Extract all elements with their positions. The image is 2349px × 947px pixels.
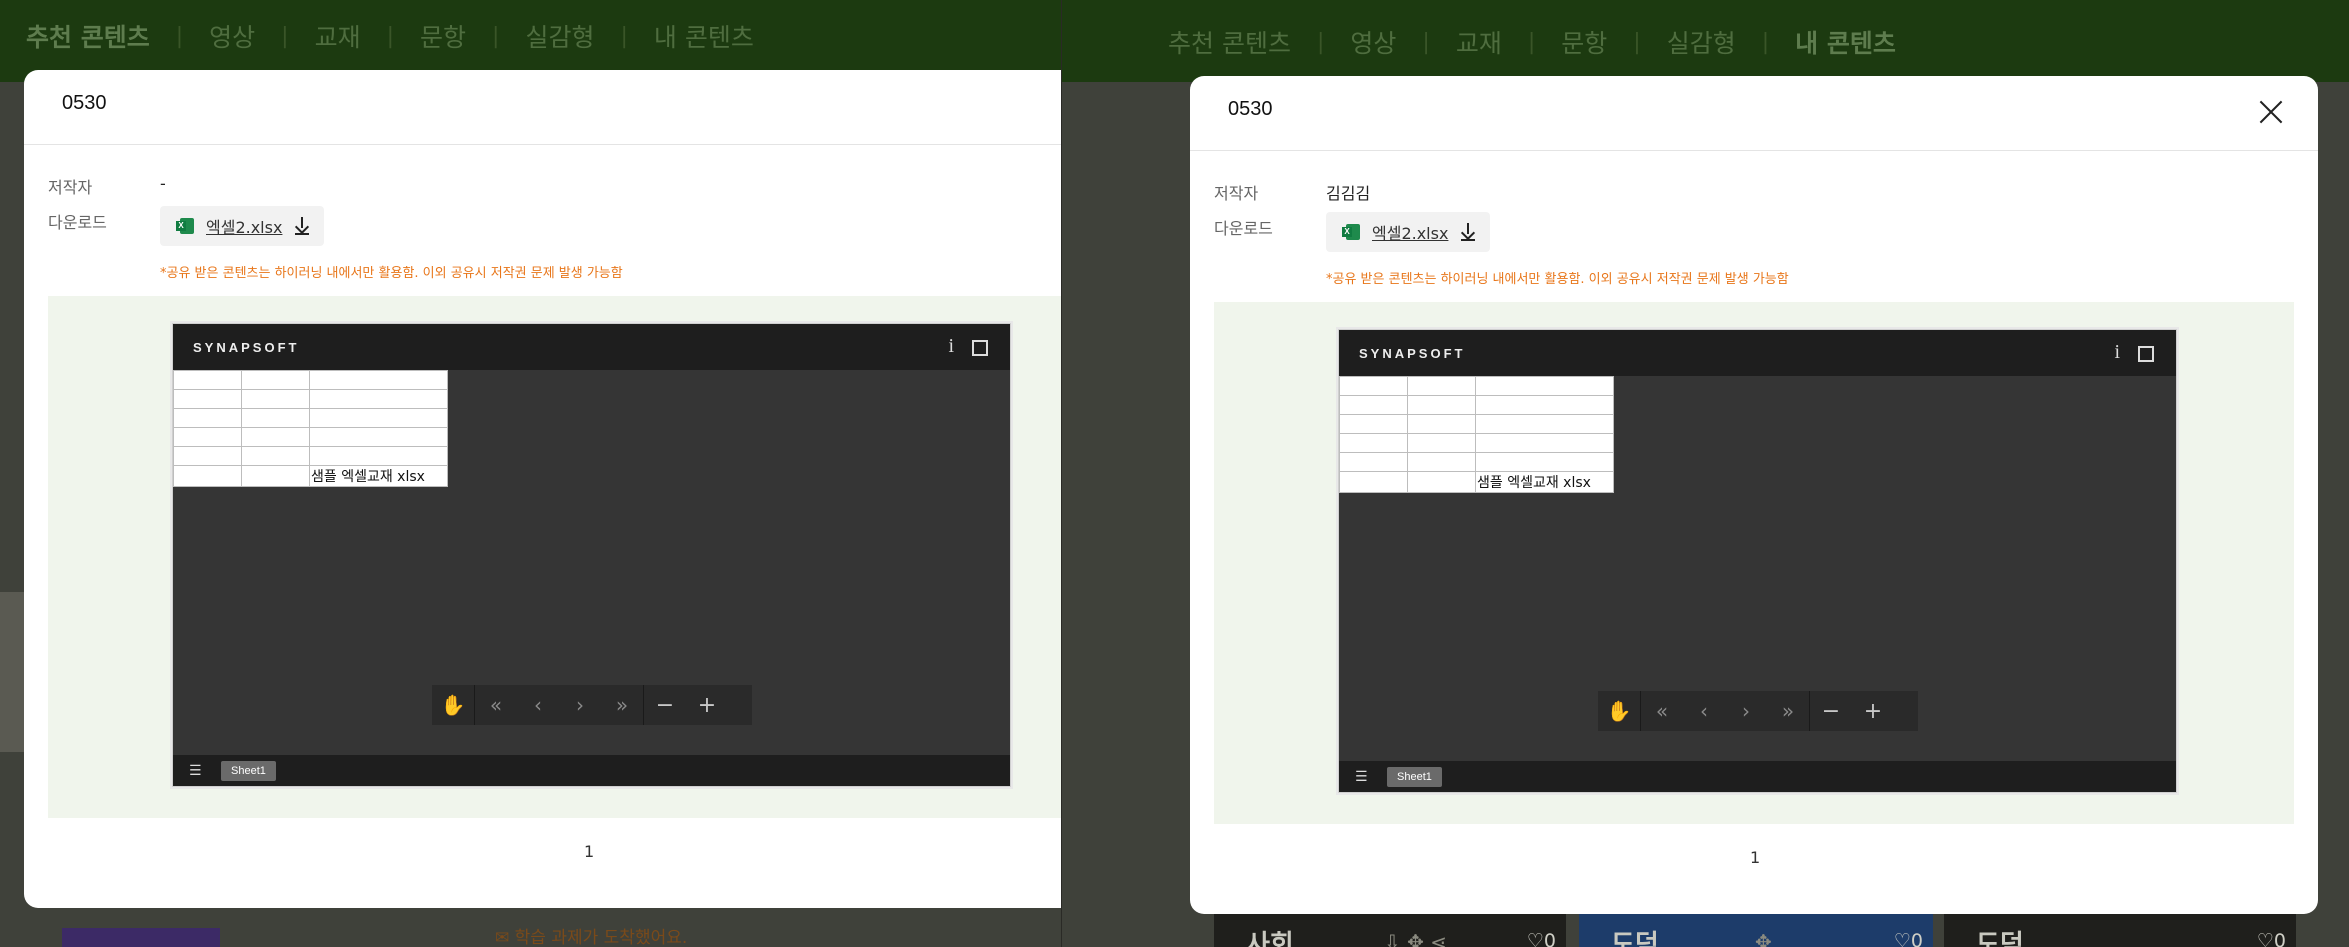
viewer-topbar: SYNAPSOFT i	[1339, 330, 2176, 376]
nav-item-video[interactable]: 영상	[1324, 24, 1422, 60]
table-row	[173, 389, 448, 409]
prev-page-icon[interactable]: ‹	[1683, 691, 1725, 731]
modal-title: 0530	[62, 92, 107, 114]
document-viewer: SYNAPSOFT i 샘플 엑셀교재 xlsx ✋ « ‹ › » − + ☰…	[170, 321, 1013, 789]
document-viewer: SYNAPSOFT i 샘플 엑셀교재 xlsx ✋ « ‹ › » − + ☰…	[1336, 327, 2179, 795]
excel-file-icon: X	[176, 217, 194, 235]
zoom-out-icon[interactable]: −	[644, 685, 686, 725]
table-row	[173, 446, 448, 466]
author-value: 김김김	[1326, 184, 1371, 203]
card-tools-icon: ⇩ ✥ ⋖	[1384, 930, 1447, 947]
table-row	[173, 370, 448, 390]
first-page-icon[interactable]: «	[475, 685, 517, 725]
modal-header: 0530	[24, 70, 1061, 145]
viewer-brand: SYNAPSOFT	[193, 340, 300, 355]
page-number[interactable]: 1	[584, 842, 594, 861]
close-icon[interactable]	[2256, 97, 2286, 127]
sheet-tab[interactable]: Sheet1	[221, 761, 276, 781]
nav-item-recommended[interactable]: 추천 콘텐츠	[1142, 24, 1317, 60]
nav-item-recommended[interactable]: 추천 콘텐츠	[0, 18, 176, 54]
nav-item-questions[interactable]: 문항	[394, 18, 492, 54]
zoom-in-icon[interactable]: +	[1852, 691, 1894, 731]
next-page-icon[interactable]: ›	[559, 685, 601, 725]
sheet-list-icon[interactable]: ☰	[189, 763, 202, 779]
nav-item-textbook[interactable]: 교재	[289, 18, 387, 54]
background-card-ethics-1[interactable]: 도덕 ✥ ♡0	[1579, 912, 1933, 947]
fullscreen-icon[interactable]	[972, 340, 988, 356]
download-icon[interactable]	[294, 217, 310, 235]
table-row	[1339, 414, 1614, 434]
sheet-tab[interactable]: Sheet1	[1387, 767, 1442, 787]
last-page-icon[interactable]: »	[601, 685, 643, 725]
info-icon[interactable]: i	[2114, 341, 2120, 364]
zoom-in-icon[interactable]: +	[686, 685, 728, 725]
fullscreen-icon[interactable]	[2138, 346, 2154, 362]
nav-item-immersive[interactable]: 실감형	[499, 18, 620, 54]
download-label: 다운로드	[1214, 219, 1273, 238]
download-label: 다운로드	[48, 213, 107, 232]
table-row	[1339, 452, 1614, 472]
preview-area: SYNAPSOFT i 샘플 엑셀교재 xlsx ✋ « ‹ › » − + ☰…	[48, 296, 1061, 818]
table-row	[1339, 376, 1614, 396]
hand-icon[interactable]: ✋	[1598, 691, 1640, 731]
sheet-tab-bar: ☰ Sheet1	[173, 755, 1010, 786]
sheet-cell-text: 샘플 엑셀교재 xlsx	[309, 465, 448, 487]
first-page-icon[interactable]: «	[1641, 691, 1683, 731]
next-page-icon[interactable]: ›	[1725, 691, 1767, 731]
viewer-brand: SYNAPSOFT	[1359, 346, 1466, 361]
table-row	[173, 427, 448, 447]
table-row	[1339, 433, 1614, 453]
copyright-notice: *공유 받은 콘텐츠는 하이러닝 내에서만 활용함. 이외 공유시 저작권 문제…	[160, 266, 623, 281]
download-icon[interactable]	[1460, 223, 1476, 241]
author-label: 저작자	[48, 178, 93, 197]
nav-item-my-content[interactable]: 내 콘텐츠	[628, 18, 780, 54]
viewer-toolbar: ✋ « ‹ › » − +	[1598, 691, 1918, 731]
content-modal-left: 0530 저작자 - 다운로드 X 엑셀2.xlsx *공유 받은 콘텐츠는 하…	[24, 70, 1061, 908]
background-card-purple	[62, 928, 220, 947]
nav-item-textbook[interactable]: 교재	[1430, 24, 1528, 60]
viewer-toolbar: ✋ « ‹ › » − +	[432, 685, 752, 725]
modal-title: 0530	[1228, 98, 1273, 120]
copyright-notice: *공유 받은 콘텐츠는 하이러닝 내에서만 활용함. 이외 공유시 저작권 문제…	[1326, 272, 1789, 287]
sheet-cell-text: 샘플 엑셀교재 xlsx	[1475, 471, 1614, 493]
author-value: -	[160, 174, 166, 193]
file-name-link[interactable]: 엑셀2.xlsx	[206, 214, 282, 238]
preview-area: SYNAPSOFT i 샘플 엑셀교재 xlsx ✋ « ‹ › » − + ☰…	[1214, 302, 2294, 824]
viewer-topbar: SYNAPSOFT i	[173, 324, 1010, 370]
table-row	[173, 408, 448, 428]
card-tools-icon: ✥	[1755, 930, 1772, 947]
info-icon[interactable]: i	[948, 335, 954, 358]
table-row: 샘플 엑셀교재 xlsx	[173, 465, 448, 487]
page-number[interactable]: 1	[1750, 848, 1760, 867]
background-card-ethics-2[interactable]: 도덕 ♡0	[1944, 912, 2296, 947]
background-card-social[interactable]: 사회 ⇩ ✥ ⋖ ♡0	[1214, 912, 1566, 947]
nav-item-immersive[interactable]: 실감형	[1641, 24, 1762, 60]
sheet-tab-bar: ☰ Sheet1	[1339, 761, 2176, 792]
prev-page-icon[interactable]: ‹	[517, 685, 559, 725]
left-screen: 추천 콘텐츠 | 영상 | 교재 | 문항 | 실감형 | 내 콘텐츠 ✉ 학습 과제가 …	[0, 0, 1061, 947]
nav-item-questions[interactable]: 문항	[1535, 24, 1633, 60]
last-page-icon[interactable]: »	[1767, 691, 1809, 731]
spreadsheet-grid[interactable]: 샘플 엑셀교재 xlsx	[173, 370, 448, 487]
file-name-link[interactable]: 엑셀2.xlsx	[1372, 220, 1448, 244]
right-screen: 추천 콘텐츠 | 영상 | 교재 | 문항 | 실감형 | 내 콘텐츠 사회 ⇩ ✥ ⋖ …	[1062, 0, 2349, 947]
author-label: 저작자	[1214, 184, 1259, 203]
table-row: 샘플 엑셀교재 xlsx	[1339, 471, 1614, 493]
background-notice: ✉ 학습 과제가 도착했어요.	[495, 928, 688, 947]
content-modal-right: 0530 저작자 김김김 다운로드 X 엑셀2.xlsx *공유 받은 콘텐츠는…	[1190, 76, 2318, 914]
hand-icon[interactable]: ✋	[432, 685, 474, 725]
sheet-list-icon[interactable]: ☰	[1355, 769, 1368, 785]
background-nav: 추천 콘텐츠 | 영상 | 교재 | 문항 | 실감형 | 내 콘텐츠	[1062, 0, 2349, 82]
file-download-chip[interactable]: X 엑셀2.xlsx	[1326, 212, 1491, 252]
table-row	[1339, 395, 1614, 415]
zoom-out-icon[interactable]: −	[1810, 691, 1852, 731]
nav-item-video[interactable]: 영상	[183, 18, 281, 54]
modal-header: 0530	[1190, 76, 2318, 151]
excel-file-icon: X	[1342, 223, 1360, 241]
file-download-chip[interactable]: X 엑셀2.xlsx	[160, 206, 325, 246]
spreadsheet-grid[interactable]: 샘플 엑셀교재 xlsx	[1339, 376, 1614, 493]
nav-item-my-content[interactable]: 내 콘텐츠	[1769, 24, 1922, 60]
